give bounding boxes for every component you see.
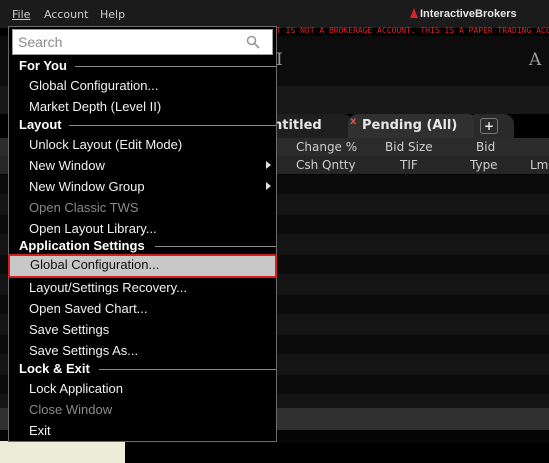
toolbar-glyph-right: A [529,50,542,70]
logo-icon [410,8,418,18]
column-type[interactable]: Type [470,158,498,172]
menu-item-label: Market Depth (Level II) [29,99,162,114]
section-divider [75,66,276,67]
search-icon [246,35,260,49]
close-tab-icon[interactable]: x [350,116,356,127]
menu-item-label: Layout/Settings Recovery... [29,280,188,295]
menu-item-label: Global Configuration... [29,78,159,93]
footer-panel [0,441,125,463]
tab-untitled-label: ntitled [273,118,322,133]
menu-item-label: Global Configuration... [30,257,160,272]
column-bid-size[interactable]: Bid Size [385,140,433,154]
tab-pending-all[interactable]: x Pending (All) [348,114,480,138]
file-menu-dropdown: For You Global Configuration... Market D… [8,26,277,442]
section-title-for-you: For You [19,58,67,73]
menu-item-label: Open Saved Chart... [29,301,148,316]
add-tab-icon[interactable]: + [480,118,498,134]
brand-logo: InteractiveBrokers [410,8,517,20]
menu-item-label: New Window [29,158,105,173]
menu-help[interactable]: Help [100,8,125,21]
section-layout: Layout [9,117,276,134]
column-tif[interactable]: TIF [400,158,418,172]
column-change-pct[interactable]: Change % [296,140,357,154]
menu-item-lock-application[interactable]: Lock Application [9,378,276,399]
menu-item-label: Open Layout Library... [29,221,157,236]
section-title-lock-exit: Lock & Exit [19,361,90,376]
menu-item-label: Open Classic TWS [29,200,139,215]
tab-add[interactable]: + [474,114,514,138]
submenu-arrow-icon [266,182,271,190]
column-limit[interactable]: Lm [530,158,548,172]
menu-item-global-configuration-foryou[interactable]: Global Configuration... [9,75,276,96]
menu-item-label: Unlock Layout (Edit Mode) [29,137,183,152]
paper-account-warning: T IS NOT A BROKERAGE ACCOUNT. THIS IS A … [276,26,549,35]
submenu-arrow-icon [266,161,271,169]
menu-item-new-window[interactable]: New Window [9,155,276,176]
section-divider [69,125,276,126]
menu-item-open-layout-library[interactable]: Open Layout Library... [9,218,276,239]
column-bid[interactable]: Bid [476,140,495,154]
section-title-application-settings: Application Settings [19,238,145,253]
brand-name: InteractiveBrokers [420,8,517,20]
menu-search-box[interactable] [12,29,273,55]
section-divider [99,369,276,370]
menu-item-save-settings[interactable]: Save Settings [9,319,276,340]
menu-file[interactable]: File [12,8,30,21]
section-for-you: For You [9,58,276,75]
section-title-layout: Layout [19,117,62,132]
toolbar-glyph-left: I [276,50,283,70]
menu-account[interactable]: Account [44,8,88,21]
tab-pending-label: Pending (All) [362,118,458,133]
menu-item-layout-settings-recovery[interactable]: Layout/Settings Recovery... [9,277,276,298]
menu-item-save-settings-as[interactable]: Save Settings As... [9,340,276,361]
menu-item-label: Save Settings As... [29,343,139,358]
menu-item-open-saved-chart[interactable]: Open Saved Chart... [9,298,276,319]
menu-search-input[interactable] [18,32,238,52]
menu-item-label: Exit [29,423,51,438]
menu-item-open-classic-tws: Open Classic TWS [9,197,276,218]
menu-item-label: Close Window [29,402,113,417]
menu-item-new-window-group[interactable]: New Window Group [9,176,276,197]
section-divider [155,246,276,247]
menu-item-label: New Window Group [29,179,145,194]
section-application-settings: Application Settings [9,238,276,255]
menu-item-market-depth[interactable]: Market Depth (Level II) [9,96,276,117]
menu-item-unlock-layout[interactable]: Unlock Layout (Edit Mode) [9,134,276,155]
column-cash-quantity[interactable]: Csh Qntty [296,158,356,172]
menu-bar: File Account Help InteractiveBrokers [0,0,549,28]
section-lock-exit: Lock & Exit [9,361,276,378]
menu-item-close-window: Close Window [9,399,276,420]
menu-item-global-configuration[interactable]: Global Configuration... [8,254,277,278]
menu-item-exit[interactable]: Exit [9,420,276,441]
menu-item-label: Lock Application [29,381,123,396]
menu-item-label: Save Settings [29,322,110,337]
